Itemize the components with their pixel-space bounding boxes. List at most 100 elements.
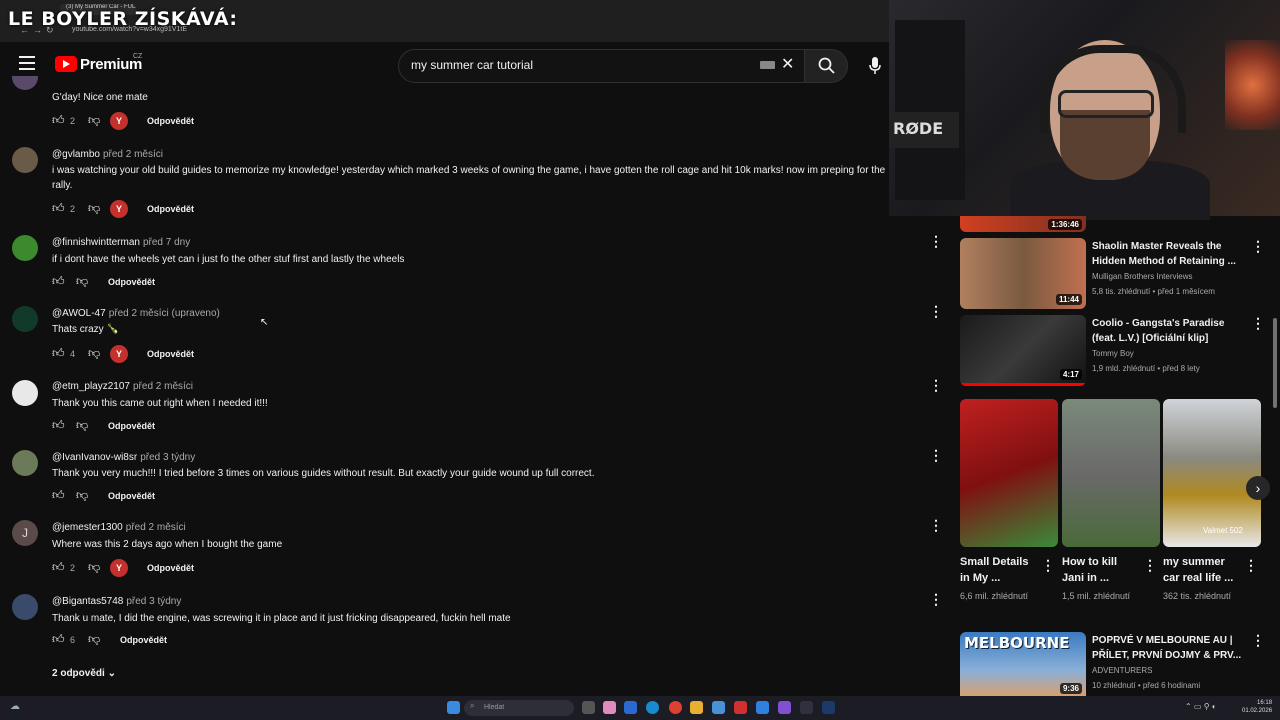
avatar[interactable]: [12, 594, 38, 620]
system-tray-icons[interactable]: ⌃ ▭ ⚲ ◐: [1185, 702, 1217, 711]
keyboard-icon[interactable]: [760, 61, 775, 69]
app-icon[interactable]: [800, 701, 813, 714]
short-thumbnail[interactable]: [960, 399, 1058, 547]
avatar[interactable]: [12, 147, 38, 173]
video-title[interactable]: POPRVÉ V MELBOURNE AU | PŘÍLET, PRVNÍ DO…: [1092, 633, 1242, 663]
comment-text: Thank you this came out right when I nee…: [52, 398, 268, 409]
dislike-icon[interactable]: 👎︎: [88, 346, 100, 361]
like-icon[interactable]: 👍︎: [52, 560, 65, 575]
like-icon[interactable]: 👍︎: [52, 201, 65, 216]
video-thumbnail[interactable]: 11:44: [960, 238, 1086, 309]
chrome-icon[interactable]: [669, 701, 682, 714]
voice-search-button[interactable]: [862, 52, 888, 78]
comment-author[interactable]: @etm_playz2107 před 2 měsíci: [52, 381, 193, 392]
more-actions-icon[interactable]: ⋮: [1041, 557, 1055, 574]
webcam-acoustic-panel: [895, 20, 965, 200]
reply-button[interactable]: Odpovědět: [120, 635, 167, 645]
avatar[interactable]: [12, 306, 38, 332]
like-icon[interactable]: 👍︎: [52, 418, 65, 433]
more-actions-icon[interactable]: ⋮: [929, 447, 943, 464]
short-caption: Valmet 502: [1203, 526, 1243, 535]
reply-button[interactable]: Odpovědět: [147, 204, 194, 214]
short-thumbnail[interactable]: [1062, 399, 1160, 547]
avatar[interactable]: J: [12, 520, 38, 546]
search-button[interactable]: [804, 49, 848, 83]
task-view-icon[interactable]: [582, 701, 595, 714]
comment-author[interactable]: @AWOL-47 před 2 měsíci (upraveno): [52, 308, 220, 319]
widgets-icon[interactable]: [603, 701, 616, 714]
search-input[interactable]: my summer car tutorial: [411, 58, 533, 72]
chevron-right-icon[interactable]: ›: [1246, 476, 1270, 500]
reply-button[interactable]: Odpovědět: [108, 491, 155, 501]
short-thumbnail[interactable]: Valmet 502: [1163, 399, 1261, 547]
clear-search-icon[interactable]: ✕: [781, 54, 794, 74]
video-channel[interactable]: Mulligan Brothers Interviews: [1092, 272, 1192, 281]
windows-start-icon[interactable]: [447, 701, 460, 714]
steam-icon[interactable]: [822, 701, 835, 714]
more-actions-icon[interactable]: ⋮: [1251, 238, 1265, 255]
show-replies-button[interactable]: 2 odpovědi ⌄: [52, 668, 116, 679]
like-icon[interactable]: 👍︎: [52, 632, 65, 647]
more-actions-icon[interactable]: ⋮: [929, 591, 943, 608]
weather-icon[interactable]: ☁: [10, 701, 20, 712]
video-title[interactable]: Coolio - Gangsta's Paradise (feat. L.V.)…: [1092, 316, 1242, 346]
reply-button[interactable]: Odpovědět: [147, 116, 194, 126]
dislike-icon[interactable]: 👎︎: [88, 201, 100, 216]
video-title[interactable]: Shaolin Master Reveals the Hidden Method…: [1092, 239, 1242, 269]
app-icon[interactable]: [756, 701, 769, 714]
dislike-icon[interactable]: 👎︎: [76, 488, 88, 503]
hamburger-menu-icon[interactable]: [19, 56, 35, 70]
taskbar-search-input[interactable]: Hledat: [464, 700, 574, 716]
reply-button[interactable]: Odpovědět: [147, 563, 194, 573]
short-title[interactable]: Small Details in My ...: [960, 554, 1038, 586]
reply-button[interactable]: Odpovědět: [108, 277, 155, 287]
app-icon[interactable]: [734, 701, 747, 714]
more-actions-icon[interactable]: ⋮: [1244, 557, 1258, 574]
like-icon[interactable]: 👍︎: [52, 346, 65, 361]
short-title[interactable]: How to kill Jani in ...: [1062, 554, 1140, 586]
edge-icon[interactable]: [646, 701, 659, 714]
comment-text: Thank you very much!!! I tried before 3 …: [52, 468, 595, 479]
more-actions-icon[interactable]: ⋮: [1143, 557, 1157, 574]
dislike-icon[interactable]: 👎︎: [88, 113, 100, 128]
file-explorer-icon[interactable]: [690, 701, 703, 714]
more-actions-icon[interactable]: ⋮: [1251, 632, 1265, 649]
video-channel[interactable]: ADVENTURERS: [1092, 666, 1152, 675]
app-icon[interactable]: [712, 701, 725, 714]
comment-author[interactable]: @jemester1300 před 2 měsíci: [52, 522, 186, 533]
avatar[interactable]: [12, 450, 38, 476]
short-title[interactable]: my summer car real life ...: [1163, 554, 1241, 586]
search-icon: ⌕: [470, 701, 475, 710]
youtube-logo-icon[interactable]: [55, 56, 77, 72]
like-icon[interactable]: 👍︎: [52, 113, 65, 128]
like-icon[interactable]: 👍︎: [52, 488, 65, 503]
avatar[interactable]: [12, 76, 38, 90]
dislike-icon[interactable]: 👎︎: [88, 632, 100, 647]
more-actions-icon[interactable]: ⋮: [1251, 315, 1265, 332]
dislike-icon[interactable]: 👎︎: [76, 418, 88, 433]
more-actions-icon[interactable]: ⋮: [929, 233, 943, 250]
comment-actions: 👍︎ 4 👎︎ Y Odpovědět: [52, 345, 252, 363]
video-thumbnail[interactable]: MELBOURNE 9:36: [960, 632, 1086, 696]
comment-author[interactable]: @finnishwintterman před 7 dny: [52, 237, 190, 248]
reply-button[interactable]: Odpovědět: [108, 421, 155, 431]
video-channel[interactable]: Tommy Boy: [1092, 349, 1134, 358]
comment-author[interactable]: @IvanIvanov-wi8sr před 3 týdny: [52, 452, 195, 463]
more-actions-icon[interactable]: ⋮: [929, 377, 943, 394]
dislike-icon[interactable]: 👎︎: [76, 274, 88, 289]
reply-button[interactable]: Odpovědět: [147, 349, 194, 359]
app-icon[interactable]: [624, 701, 637, 714]
more-actions-icon[interactable]: ⋮: [929, 303, 943, 320]
app-icon[interactable]: [778, 701, 791, 714]
dislike-icon[interactable]: 👎︎: [88, 560, 100, 575]
comment-author[interactable]: @Bigantas5748 před 3 týdny: [52, 596, 181, 607]
comment-author[interactable]: @gvlambo před 2 měsíci: [52, 149, 163, 160]
more-actions-icon[interactable]: ⋮: [929, 517, 943, 534]
video-thumbnail[interactable]: 4:17: [960, 315, 1086, 386]
avatar[interactable]: [12, 235, 38, 261]
avatar[interactable]: [12, 380, 38, 406]
taskbar-clock[interactable]: 16:18 01.02.2026: [1242, 699, 1272, 715]
like-icon[interactable]: 👍︎: [52, 274, 65, 289]
sidebar-scrollbar[interactable]: [1273, 318, 1277, 408]
video-thumbnail[interactable]: 1:36:46: [960, 216, 1086, 232]
